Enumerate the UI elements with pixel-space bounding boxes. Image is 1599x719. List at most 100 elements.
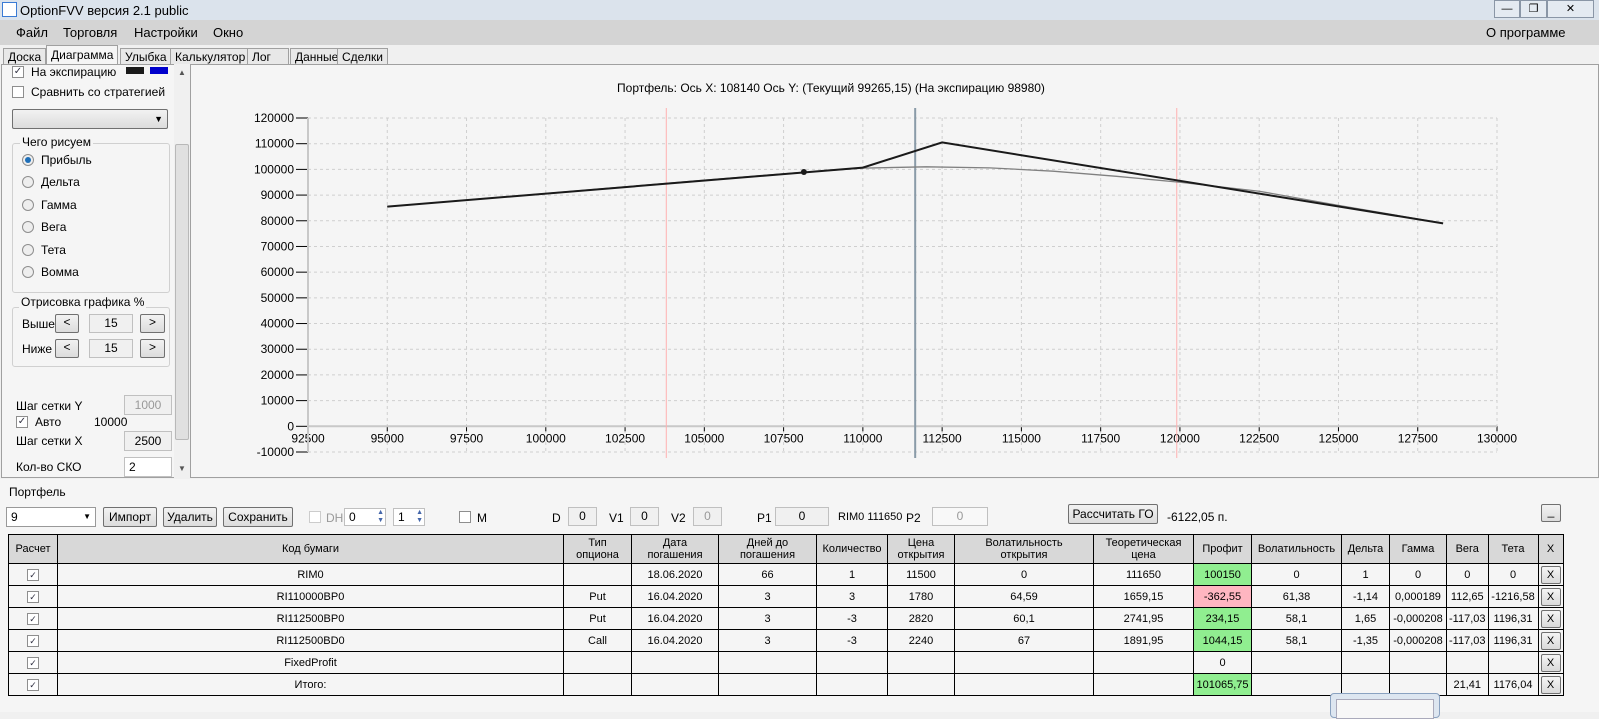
delete-button[interactable]: Удалить	[163, 507, 217, 527]
calc-checkbox[interactable]: ✓	[27, 612, 39, 625]
current-color-swatch[interactable]	[150, 67, 168, 74]
menu-file[interactable]: Файл	[16, 25, 48, 40]
spinner-arrows-icon[interactable]: ▲ ▼	[416, 509, 423, 525]
menu-trading[interactable]: Торговля	[63, 25, 117, 40]
menu-settings[interactable]: Настройки	[134, 25, 198, 40]
scroll-thumb[interactable]	[175, 144, 189, 440]
column-header-theta[interactable]: Тета	[1487, 534, 1539, 564]
restore-button[interactable]: ❐	[1520, 0, 1547, 18]
column-header-vol-open[interactable]: Волатильность открытия	[954, 534, 1094, 564]
v2-value: 0	[693, 507, 722, 526]
column-header-vega[interactable]: Вега	[1446, 534, 1489, 564]
column-header-open[interactable]: Цена открытия	[887, 534, 955, 564]
radio-vega[interactable]: Вега	[22, 220, 162, 243]
below-increase-button[interactable]: >	[140, 339, 165, 358]
date-cell: 18.06.2020	[631, 563, 719, 586]
x-tick-label: 112500	[923, 431, 962, 445]
column-header-days[interactable]: Дней до погашения	[718, 534, 817, 564]
grid-y-label: Шаг сетки Y	[16, 399, 83, 413]
auto-checkbox[interactable]: ✓	[16, 416, 28, 428]
calc-go-button[interactable]: Рассчитать ГО	[1068, 504, 1158, 524]
delta-cell: -1,14	[1341, 585, 1390, 608]
radio-theta[interactable]: Тета	[22, 243, 162, 266]
column-header-code[interactable]: Код бумаги	[57, 534, 564, 564]
remove-row-button[interactable]: X	[1540, 565, 1561, 584]
m-checkbox[interactable]	[459, 511, 471, 523]
save-button[interactable]: Сохранить	[223, 507, 293, 527]
close-button[interactable]: ✕	[1547, 0, 1594, 18]
v1-label: V1	[609, 511, 624, 525]
below-decrease-button[interactable]: <	[55, 339, 79, 358]
column-header-gamma[interactable]: Гамма	[1389, 534, 1447, 564]
gamma-cell	[1389, 651, 1447, 674]
days-cell: 3	[718, 585, 817, 608]
m-label: M	[477, 511, 487, 525]
below-label: Ниже	[22, 342, 53, 356]
sko-input[interactable]: 2	[124, 457, 172, 477]
radio-vomma[interactable]: Вомма	[22, 265, 162, 288]
theta-cell	[1487, 651, 1539, 674]
theor-cell: 1659,15	[1093, 585, 1194, 608]
column-header-profit[interactable]: Профит	[1193, 534, 1252, 564]
column-header-vol[interactable]: Волатильность	[1251, 534, 1342, 564]
vol-open-cell: 0	[954, 563, 1094, 586]
on-expiry-checkbox[interactable]: ✓	[12, 66, 24, 78]
calc-checkbox[interactable]: ✓	[27, 678, 39, 691]
portfolio-select[interactable]: 9 ▼	[6, 507, 96, 527]
spin2-input[interactable]: 1 ▲ ▼	[393, 508, 425, 526]
column-header-delta[interactable]: Дельта	[1341, 534, 1390, 564]
x-tick-label: 120000	[1160, 431, 1200, 445]
type-cell: Call	[563, 629, 632, 652]
radio-profit[interactable]: Прибыль	[22, 153, 162, 176]
column-header-x[interactable]: X	[1537, 534, 1564, 564]
remove-row-button[interactable]: X	[1540, 609, 1561, 628]
radio-gamma[interactable]: Гамма	[22, 198, 162, 221]
calc-checkbox[interactable]: ✓	[27, 634, 39, 647]
expiry-color-swatch[interactable]	[126, 67, 144, 74]
portfolio-select-value: 9	[11, 510, 18, 524]
grid-x-input[interactable]: 2500	[124, 431, 172, 451]
spin1-input[interactable]: 0 ▲ ▼	[344, 508, 386, 526]
theor-cell	[1093, 673, 1194, 696]
left-panel-scrollbar[interactable]: ▲ ▼	[174, 64, 190, 478]
y-tick-label: 40000	[261, 317, 295, 331]
above-increase-button[interactable]: >	[140, 314, 165, 333]
y-tick-label: 80000	[261, 214, 295, 228]
column-header-theor[interactable]: Теоретическая цена	[1093, 534, 1194, 564]
remove-cell: X	[1537, 651, 1564, 674]
minimize-button[interactable]: —	[1494, 0, 1520, 18]
collapse-button[interactable]: _	[1541, 504, 1561, 522]
dh-checkbox[interactable]	[309, 511, 321, 523]
spin2-value: 1	[398, 510, 405, 524]
grid-y-input[interactable]: 1000	[124, 395, 172, 415]
calc-checkbox[interactable]: ✓	[27, 590, 39, 603]
remove-row-button[interactable]: X	[1540, 587, 1561, 606]
go-value: -6122,05 п.	[1167, 510, 1228, 524]
tab-diagram[interactable]: Диаграмма	[46, 45, 119, 66]
import-button[interactable]: Импорт	[103, 507, 157, 527]
scroll-down-icon[interactable]: ▼	[178, 464, 186, 473]
menu-window[interactable]: Окно	[213, 25, 243, 40]
radio-delta[interactable]: Дельта	[22, 175, 162, 198]
remove-cell: X	[1537, 607, 1564, 630]
strategy-dropdown[interactable]: ▼	[12, 109, 168, 129]
column-header-type[interactable]: Тип опциона	[563, 534, 632, 564]
remove-row-button[interactable]: X	[1540, 631, 1561, 650]
tab-bar: Доска Диаграмма Улыбка Калькулятор Лог Д…	[0, 45, 400, 66]
calc-checkbox[interactable]: ✓	[27, 568, 39, 581]
scroll-up-icon[interactable]: ▲	[178, 68, 186, 77]
spinner-arrows-icon[interactable]: ▲ ▼	[377, 509, 384, 525]
above-decrease-button[interactable]: <	[55, 314, 79, 333]
x-tick-label: 97500	[450, 431, 484, 445]
vol-cell	[1251, 651, 1342, 674]
remove-row-button[interactable]: X	[1540, 653, 1561, 672]
y-tick-label: 20000	[261, 368, 295, 382]
calc-checkbox[interactable]: ✓	[27, 656, 39, 669]
menu-about[interactable]: О программе	[1486, 25, 1566, 40]
column-header-date[interactable]: Дата погашения	[631, 534, 719, 564]
column-header-calc[interactable]: Расчет	[8, 534, 58, 564]
column-header-qty[interactable]: Количество	[816, 534, 888, 564]
v2-label: V2	[671, 511, 686, 525]
remove-row-button[interactable]: X	[1540, 675, 1561, 694]
compare-checkbox[interactable]	[12, 86, 24, 98]
